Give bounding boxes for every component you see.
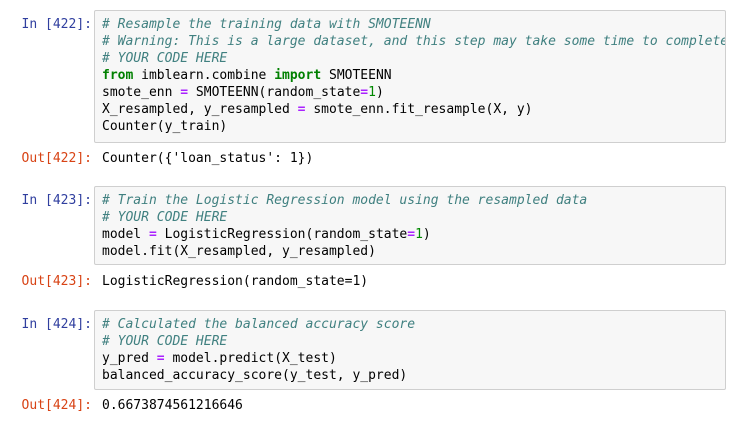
code-text: smote_enn.fit_resample(X, y)	[305, 102, 533, 117]
code-line: y_pred = model.predict(X_test)	[102, 350, 718, 367]
code-text: y_pred	[102, 351, 157, 366]
operator: =	[180, 85, 189, 100]
code-text: )	[375, 85, 384, 100]
code-line: model.fit(X_resampled, y_resampled)	[102, 244, 376, 259]
cell-424-output: 0.6673874561216646	[102, 398, 243, 413]
cell-423-code-editor[interactable]: # Train the Logistic Regression model us…	[94, 186, 726, 265]
cell-423-in-prompt: In [423]:	[21, 193, 92, 208]
code-line: balanced_accuracy_score(y_test, y_pred)	[102, 368, 408, 383]
code-comment: # YOUR CODE HERE	[102, 51, 228, 66]
operator: =	[360, 85, 369, 100]
cell-424-in-prompt: In [424]:	[21, 317, 92, 332]
cell-424-code[interactable]: # Calculated the balanced accuracy score…	[95, 311, 725, 389]
code-comment: # Train the Logistic Regression model us…	[102, 193, 588, 208]
cell-422-code[interactable]: # Resample the training data with SMOTEE…	[95, 11, 725, 141]
keyword-from: from	[102, 68, 134, 83]
number-literal: 1	[368, 85, 376, 100]
code-comment: # YOUR CODE HERE	[102, 210, 228, 225]
cell-424-code-editor[interactable]: # Calculated the balanced accuracy score…	[94, 310, 726, 390]
code-text: LogisticRegression(random_state	[156, 227, 408, 242]
cell-423-output: LogisticRegression(random_state=1)	[102, 274, 369, 289]
code-text: SMOTEENN(random_state	[188, 85, 361, 100]
code-text: smote_enn	[102, 85, 181, 100]
number-literal: 1	[415, 227, 423, 242]
code-text: model	[102, 227, 149, 242]
cell-423-out-prompt: Out[423]:	[21, 274, 92, 289]
keyword-import: import	[274, 68, 322, 83]
code-line: smote_enn = SMOTEENN(random_state=1)	[102, 84, 718, 101]
code-text: imblearn.combine	[133, 68, 275, 83]
cell-422-in-prompt: In [422]:	[21, 17, 92, 32]
code-line: from imblearn.combine import SMOTEENN	[102, 67, 718, 84]
cell-422-out-prompt: Out[422]:	[21, 151, 92, 166]
cell-422-output: Counter({'loan_status': 1})	[102, 151, 314, 166]
code-text: SMOTEENN	[321, 68, 392, 83]
code-comment: # Warning: This is a large dataset, and …	[102, 34, 726, 49]
code-text: X_resampled, y_resampled	[102, 102, 298, 117]
cell-423-code[interactable]: # Train the Logistic Regression model us…	[95, 187, 725, 264]
code-text: )	[422, 227, 431, 242]
operator: =	[148, 227, 157, 242]
code-line: model = LogisticRegression(random_state=…	[102, 226, 718, 243]
code-text: model.predict(X_test)	[164, 351, 337, 366]
operator: =	[407, 227, 416, 242]
operator: =	[297, 102, 306, 117]
code-comment: # Calculated the balanced accuracy score	[102, 317, 416, 332]
cell-424-out-prompt: Out[424]:	[21, 398, 92, 413]
cell-422-code-editor[interactable]: # Resample the training data with SMOTEE…	[94, 10, 726, 143]
code-line: Counter(y_train)	[102, 119, 228, 134]
operator: =	[156, 351, 165, 366]
code-line: X_resampled, y_resampled = smote_enn.fit…	[102, 101, 718, 118]
code-comment: # Resample the training data with SMOTEE…	[102, 17, 431, 32]
code-comment: # YOUR CODE HERE	[102, 334, 228, 349]
